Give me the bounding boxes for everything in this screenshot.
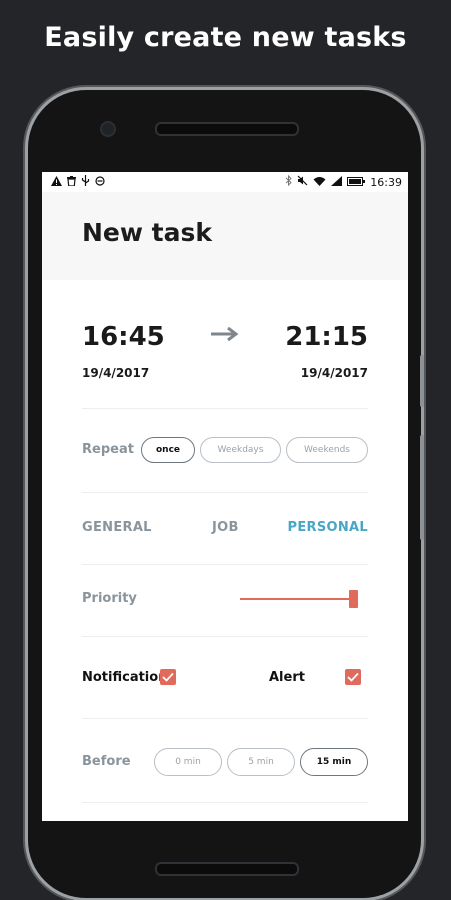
volume-button (420, 355, 424, 407)
earpiece-speaker (155, 122, 299, 136)
divider (82, 564, 368, 565)
alert-label: Alert (269, 670, 305, 685)
divider (82, 718, 368, 719)
mute-icon (297, 175, 308, 189)
divider (82, 802, 368, 803)
divider (82, 408, 368, 409)
repeat-once-button[interactable]: once (141, 437, 195, 463)
bottom-speaker (155, 862, 299, 876)
end-time[interactable]: 21:15 (285, 322, 368, 352)
arrow-right-icon (210, 326, 239, 346)
battery-icon (347, 176, 366, 189)
repeat-weekdays-button[interactable]: Weekdays (200, 437, 281, 463)
priority-slider-track[interactable] (240, 598, 354, 600)
category-personal-tab[interactable]: PERSONAL (288, 520, 368, 535)
end-date[interactable]: 19/4/2017 (301, 366, 368, 380)
notification-checkbox[interactable] (160, 669, 176, 685)
bluetooth-icon (285, 174, 293, 189)
warning-icon (51, 175, 62, 189)
signal-icon (331, 175, 343, 189)
sync-icon (95, 175, 105, 189)
priority-label: Priority (82, 591, 137, 606)
promo-headline: Easily create new tasks (44, 22, 407, 53)
before-label: Before (82, 754, 131, 769)
alert-checkbox[interactable] (345, 669, 361, 685)
checkmark-icon (347, 672, 359, 682)
before-0min-button[interactable]: 0 min (154, 748, 222, 776)
checkmark-icon (162, 672, 174, 682)
start-date[interactable]: 19/4/2017 (82, 366, 149, 380)
wifi-icon (313, 176, 326, 189)
priority-slider-thumb[interactable] (349, 590, 358, 608)
category-general-tab[interactable]: GENERAL (82, 520, 152, 535)
divider (82, 636, 368, 637)
page-title: New task (82, 218, 213, 247)
trash-icon (67, 175, 76, 189)
before-5min-button[interactable]: 5 min (227, 748, 295, 776)
status-time: 16:39 (370, 175, 402, 189)
category-job-tab[interactable]: JOB (212, 520, 239, 535)
status-bar: 16:39 (42, 172, 408, 192)
repeat-weekends-button[interactable]: Weekends (286, 437, 368, 463)
usb-icon (81, 175, 90, 189)
app-screen: 16:39 New task 16:45 19/4/2017 21:15 19/… (42, 172, 408, 821)
before-15min-button[interactable]: 15 min (300, 748, 368, 776)
notification-label: Notification (82, 670, 168, 685)
divider (82, 492, 368, 493)
start-time[interactable]: 16:45 (82, 322, 165, 352)
repeat-label: Repeat (82, 442, 134, 457)
camera-icon (100, 121, 116, 137)
power-button (420, 435, 424, 540)
